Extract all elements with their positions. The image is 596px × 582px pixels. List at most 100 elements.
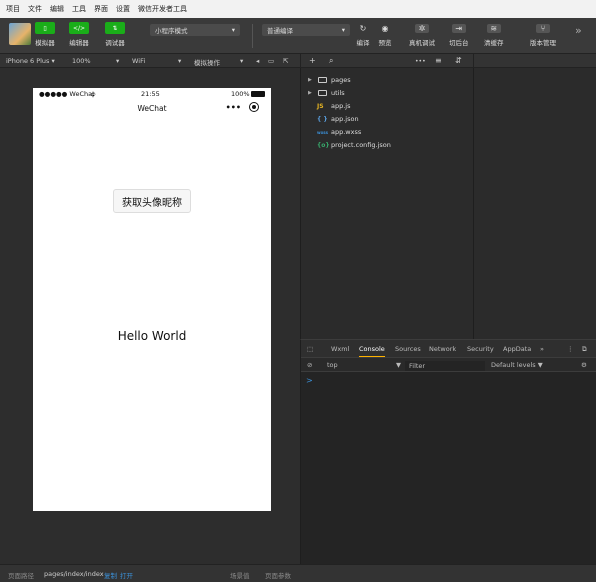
editor-panel [473,68,596,339]
tree-folder-utils[interactable]: ▶ utils [308,89,345,97]
branch-icon: ⑂ [536,24,550,33]
sort-icon[interactable]: ⇵ [455,56,462,65]
code-icon: </> [69,22,89,34]
battery-icon [251,91,265,97]
caret-right-icon: ▶ [308,90,312,96]
console-filter-bar: ⊘ top ▼ Filter Default levels ▼ ⚙ [301,358,596,372]
debug-icon: ⇅ [105,22,125,34]
caret-right-icon: ▶ [308,77,312,83]
kebab-menu-icon[interactable]: ⋮ [567,345,574,353]
close-mini-program-icon[interactable] [249,102,259,112]
js-file-icon: JS [317,102,324,110]
page-path-label: 页面路径 [8,572,34,580]
tree-file-app-json[interactable]: { } app.json [317,115,359,123]
operation-select[interactable]: 模拟操作 [194,57,220,67]
menu-project[interactable]: 项目 [6,4,20,14]
chevron-down-icon[interactable]: ▼ [396,361,401,369]
clear-cache-button[interactable]: ≋ 清缓存 [484,24,504,47]
simulator-toolbar: iPhone 6 Plus ▾ 100% ▾ WiFi ▾ 模拟操作 ▾ ◂ ▭… [0,54,300,68]
simulator-button[interactable]: ▯ 模拟器 [35,22,55,47]
popout-icon[interactable]: ⇱ [283,57,288,65]
tab-wxml[interactable]: Wxml [331,345,349,353]
bottom-status-bar: 页面路径 pages/index/index 复制 打开 场景值 页面参数 [0,564,596,582]
add-file-icon[interactable]: + [309,56,316,65]
network-select[interactable]: WiFi [132,57,145,65]
more-chevron-icon[interactable]: » [575,24,582,37]
carrier-label: ●●●●● WeChat [39,90,95,98]
file-tree: ▶ pages ▶ utils JS app.js { } app.json w… [300,68,473,339]
preview-button[interactable]: ◉ 预览 [378,24,392,47]
open-path-link[interactable]: 打开 [120,570,133,580]
right-panel-toolbar [473,54,596,68]
more-tabs-icon[interactable]: » [540,345,544,353]
version-button[interactable]: ⑂ 版本管理 [530,24,556,47]
volume-icon[interactable]: ◂ [256,57,259,65]
chevron-down-icon: ▾ [231,26,235,34]
inspect-icon[interactable]: ⬚ [307,345,313,353]
dock-icon[interactable]: ⧉ [582,345,587,354]
log-levels-select[interactable]: Default levels ▼ [491,361,543,369]
console-prompt[interactable]: > [306,376,313,385]
tab-network[interactable]: Network [429,345,456,353]
chevron-down-icon[interactable]: ▾ [116,57,119,65]
tab-security[interactable]: Security [467,345,494,353]
phone-icon: ▯ [35,22,55,34]
tree-file-app-wxss[interactable]: wxss app.wxss [317,128,361,136]
page-path-value: pages/index/index [44,570,104,578]
menu-bar: 项目 文件 编辑 工具 界面 设置 微信开发者工具 [0,0,596,18]
compile-button[interactable]: ↻ 编译 [356,24,370,47]
hello-text: Hello World [117,329,187,343]
chevron-down-icon: ▾ [341,26,345,34]
user-avatar[interactable] [9,23,31,45]
zoom-select[interactable]: 100% [72,57,91,65]
remote-debug-button[interactable]: ✲ 真机调试 [409,24,435,47]
file-toolbar: + ⌕ ••• ≡ ⇵ [300,54,473,68]
collapse-icon[interactable]: ≡ [435,56,442,65]
clock-label: 21:55 [141,90,160,98]
json-file-icon: { } [317,115,328,123]
menu-devtools[interactable]: 微信开发者工具 [138,4,187,14]
capsule-menu[interactable]: ••• [226,102,259,112]
get-profile-button[interactable]: 获取头像昵称 [113,189,191,213]
rotate-icon[interactable]: ▭ [268,57,274,65]
tab-console[interactable]: Console [359,345,385,357]
wifi-icon: ᯤ [90,91,96,99]
main-toolbar: ▯ 模拟器 </> 编辑器 ⇅ 调试器 小程序模式 ▾ 普通编译 ▾ ↻ 编译 … [0,18,596,54]
tab-sources[interactable]: Sources [395,345,421,353]
eye-icon: ◉ [381,24,389,33]
more-dots-icon[interactable]: ••• [226,103,241,112]
scene-value-button[interactable]: 场景值 [230,570,250,580]
bug-icon: ✲ [415,24,429,33]
devtools-tabs: ⬚ Wxml Console Sources Network Security … [301,340,596,358]
menu-edit[interactable]: 编辑 [50,4,64,14]
compile-select[interactable]: 普通编译 ▾ [262,24,350,36]
tree-folder-pages[interactable]: ▶ pages [308,76,351,84]
tab-appdata[interactable]: AppData [503,345,531,353]
background-button[interactable]: ⇥ 切后台 [449,24,469,47]
debugger-button[interactable]: ⇅ 调试器 [105,22,125,47]
copy-path-link[interactable]: 复制 [104,570,117,580]
menu-tools[interactable]: 工具 [72,4,86,14]
editor-button[interactable]: </> 编辑器 [69,22,89,47]
clear-console-icon[interactable]: ⊘ [307,361,312,369]
search-icon[interactable]: ⌕ [329,56,333,66]
chevron-down-icon[interactable]: ▾ [240,57,243,65]
device-select[interactable]: iPhone 6 Plus ▾ [6,57,55,65]
more-options-icon[interactable]: ••• [415,58,426,65]
tree-file-app-js[interactable]: JS app.js [317,102,351,110]
devtools-panel: ⬚ Wxml Console Sources Network Security … [300,339,596,564]
refresh-icon: ↻ [359,24,367,33]
chevron-down-icon[interactable]: ▾ [178,57,181,65]
mode-select[interactable]: 小程序模式 ▾ [150,24,240,36]
menu-file[interactable]: 文件 [28,4,42,14]
config-file-icon: {o} [317,141,330,149]
tree-file-project-config[interactable]: {o} project.config.json [317,141,391,149]
page-params-button[interactable]: 页面参数 [265,570,291,580]
gear-icon[interactable]: ⚙ [581,361,587,369]
context-select[interactable]: top [327,361,338,369]
folder-icon [318,90,327,96]
menu-view[interactable]: 界面 [94,4,108,14]
menu-settings[interactable]: 设置 [116,4,130,14]
console-filter-input[interactable]: Filter [405,361,485,371]
toolbar-divider [252,24,253,48]
